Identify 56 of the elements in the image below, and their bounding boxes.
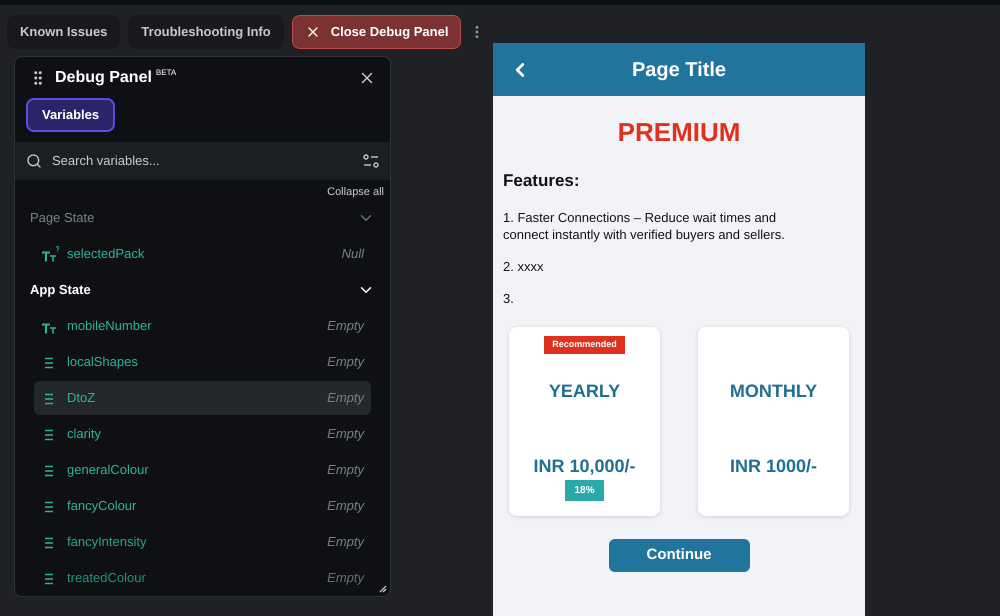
- variable-name: fancyIntensity: [67, 533, 146, 552]
- beta-label: BETA: [156, 67, 176, 79]
- variable-row[interactable]: mobileNumber Empty: [34, 309, 371, 343]
- variable-name: mobileNumber: [67, 317, 152, 336]
- premium-heading: PREMIUM: [618, 116, 740, 149]
- filter-icon[interactable]: [363, 154, 379, 168]
- variable-name: DtoZ: [67, 389, 96, 408]
- plan-name: MONTHLY: [730, 380, 818, 402]
- panel-title: Debug Panel: [55, 68, 152, 88]
- variable-value: Empty: [327, 317, 364, 336]
- variables-tab[interactable]: Variables: [26, 98, 116, 132]
- variable-name: selectedPack: [67, 245, 144, 264]
- search-icon: [26, 153, 42, 170]
- toolbar-button[interactable]: Known Issues: [7, 14, 120, 48]
- variable-name: localShapes: [67, 353, 138, 372]
- toolbar-button[interactable]: Troubleshooting Info: [128, 14, 284, 48]
- variable-row[interactable]: fancyColour Empty: [34, 489, 371, 523]
- plan-card[interactable]: MONTHLY INR 1000/-: [698, 326, 849, 516]
- variable-value: Empty: [327, 497, 364, 516]
- variable-name: generalColour: [67, 461, 149, 480]
- collapse-all-link[interactable]: Collapse all: [327, 184, 384, 200]
- variable-name: clarity: [67, 425, 101, 444]
- variable-value: Empty: [327, 569, 364, 588]
- variable-value: Null: [342, 245, 364, 264]
- plan-card[interactable]: Recommended YEARLY INR 10,000/- 18%: [509, 326, 660, 516]
- discount-tag: 18%: [565, 480, 604, 500]
- variable-value: Empty: [327, 389, 364, 408]
- recommended-badge: Recommended: [544, 336, 625, 354]
- variable-row[interactable]: generalColour Empty: [34, 453, 371, 487]
- feature-text: 2. xxxx: [503, 258, 544, 274]
- search-field[interactable]: Search variables...: [52, 151, 353, 171]
- features-heading: Features:: [503, 170, 581, 192]
- variable-row[interactable]: treatedColour Empty: [34, 561, 371, 595]
- search-bar[interactable]: Search variables...: [15, 142, 390, 180]
- section-header[interactable]: Page State: [30, 208, 94, 228]
- variable-value: Empty: [327, 461, 364, 480]
- continue-button[interactable]: Continue: [608, 538, 750, 572]
- plan-price: INR 10,000/-: [533, 454, 636, 478]
- variable-name: fancyColour: [67, 497, 136, 516]
- variable-row[interactable]: DtoZ Empty: [34, 381, 371, 415]
- plan-name: YEARLY: [548, 380, 620, 402]
- variable-row[interactable]: localShapes Empty: [34, 345, 371, 379]
- section-header[interactable]: App State: [30, 280, 91, 300]
- variable-value: Empty: [327, 425, 364, 444]
- variable-row[interactable]: clarity Empty: [34, 417, 371, 451]
- page-title: Page Title: [632, 58, 726, 82]
- feature-text: 3.: [503, 290, 515, 306]
- variable-name: treatedColour: [67, 569, 146, 588]
- plan-price: INR 1000/-: [730, 454, 818, 478]
- variable-row[interactable]: fancyIntensity Empty: [34, 525, 371, 559]
- variable-row[interactable]: selectedPack Null: [34, 237, 371, 271]
- resize-handle-icon[interactable]: [379, 585, 387, 593]
- variable-value: Empty: [327, 533, 364, 552]
- close-debug-panel-button[interactable]: Close Debug Panel: [292, 14, 462, 48]
- feature-text: 1. Faster Connections – Reduce wait times and connect instantly with verified buyers and sellers.: [503, 208, 786, 242]
- variable-value: Empty: [327, 353, 364, 372]
